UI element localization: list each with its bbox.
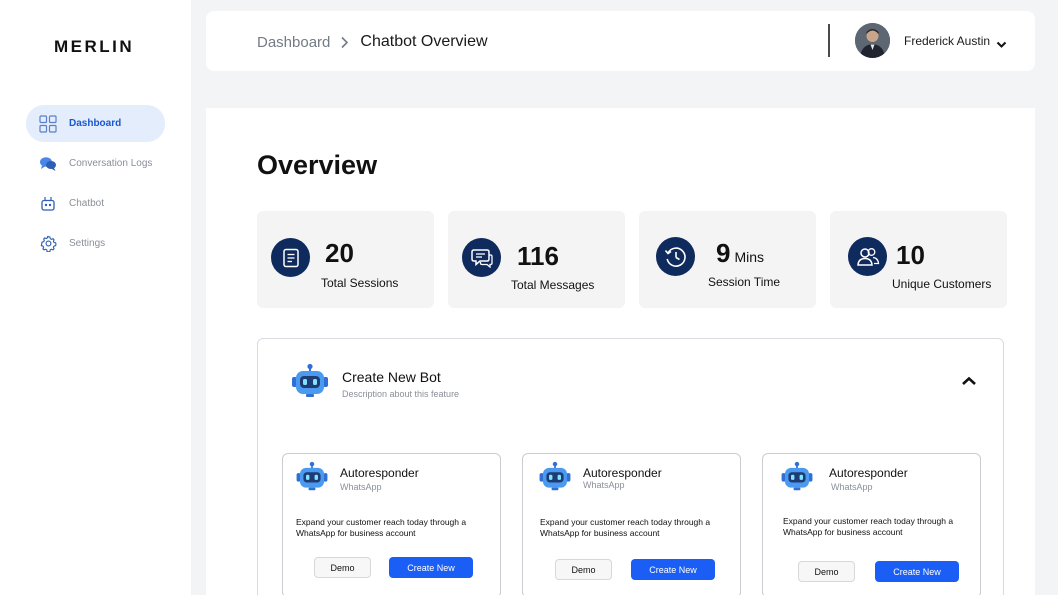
demo-button[interactable]: Demo [314, 557, 371, 578]
app-logo: MERLIN [54, 37, 135, 56]
chevron-down-icon[interactable] [996, 36, 1007, 54]
stat-card-total-messages: 116 Total Messages [448, 211, 625, 308]
top-header: Dashboard Chatbot Overview Frederick Aus… [206, 11, 1035, 71]
card-description: Expand your customer reach today through… [296, 517, 467, 538]
create-new-button[interactable]: Create New [631, 559, 715, 580]
card-description: Expand your customer reach today through… [783, 516, 954, 537]
main-panel: Overview 20 Total Sessions 116 Total Mes… [206, 108, 1035, 595]
sidebar-item-dashboard[interactable]: Dashboard [26, 105, 165, 142]
stat-value: 116 [517, 241, 559, 271]
bot-template-card: Autoresponder WhatsApp Expand your custo… [282, 453, 501, 595]
stat-label: Total Sessions [321, 276, 399, 290]
card-subtitle: WhatsApp [831, 482, 873, 492]
robot-icon [289, 363, 331, 404]
gear-icon [38, 234, 58, 254]
message-icon [462, 238, 501, 277]
breadcrumb-root-link[interactable]: Dashboard [257, 34, 330, 51]
card-title: Autoresponder [583, 466, 662, 480]
robot-icon [38, 194, 58, 214]
sidebar-item-conversation-logs[interactable]: Conversation Logs [26, 145, 165, 182]
card-subtitle: WhatsApp [583, 480, 625, 490]
card-title: Autoresponder [340, 466, 419, 480]
users-icon [848, 237, 887, 276]
sidebar-item-label: Conversation Logs [69, 158, 153, 169]
sidebar-item-label: Chatbot [69, 198, 105, 209]
create-bot-description: Description about this feature [342, 389, 460, 399]
sidebar-nav: Dashboard Conversation Logs Chatbot Sett… [26, 105, 165, 265]
user-name[interactable]: Frederick Austin [904, 34, 990, 48]
chevron-up-icon[interactable] [961, 373, 977, 391]
stat-card-unique-customers: 10 Unique Customers [830, 211, 1007, 308]
card-description: Expand your customer reach today through… [540, 517, 711, 538]
demo-button[interactable]: Demo [555, 559, 612, 580]
sidebar-item-chatbot[interactable]: Chatbot [26, 185, 165, 222]
robot-icon [779, 461, 815, 497]
breadcrumb-current: Chatbot Overview [360, 33, 488, 50]
create-new-button[interactable]: Create New [389, 557, 473, 578]
grid-icon [38, 114, 58, 134]
create-new-button[interactable]: Create New [875, 561, 959, 582]
avatar[interactable] [855, 23, 890, 58]
robot-icon [294, 461, 330, 497]
demo-button[interactable]: Demo [798, 561, 855, 582]
sidebar-item-settings[interactable]: Settings [26, 225, 165, 262]
stat-value: 20 [325, 238, 354, 268]
page-title: Overview [257, 150, 378, 180]
clock-icon [656, 237, 695, 276]
stat-card-session-time: 9 Mins Session Time [639, 211, 816, 308]
stat-card-total-sessions: 20 Total Sessions [257, 211, 434, 308]
sidebar: MERLIN Dashboard Conversation Logs Chatb… [0, 0, 191, 595]
stat-value: 9 Mins [716, 238, 765, 268]
create-bot-title: Create New Bot [342, 369, 441, 385]
breadcrumb: Dashboard Chatbot Overview [257, 33, 488, 51]
sidebar-item-label: Settings [69, 238, 106, 249]
stat-unit: Mins [734, 249, 765, 265]
header-divider [828, 24, 830, 57]
stat-value: 10 [896, 240, 925, 270]
card-subtitle: WhatsApp [340, 482, 382, 492]
sidebar-item-label: Dashboard [69, 118, 122, 129]
stat-label: Total Messages [511, 278, 595, 292]
robot-icon [537, 461, 573, 497]
stat-label: Unique Customers [892, 277, 992, 291]
create-bot-accordion: Create New Bot Description about this fe… [257, 338, 1004, 595]
stat-label: Session Time [708, 275, 781, 289]
bot-template-card: Autoresponder WhatsApp Expand your custo… [762, 453, 981, 595]
document-icon [271, 238, 310, 277]
chevron-right-icon [340, 36, 349, 49]
bot-template-card: Autoresponder WhatsApp Expand your custo… [522, 453, 741, 595]
card-title: Autoresponder [829, 466, 908, 480]
chat-bubbles-icon [38, 154, 58, 174]
